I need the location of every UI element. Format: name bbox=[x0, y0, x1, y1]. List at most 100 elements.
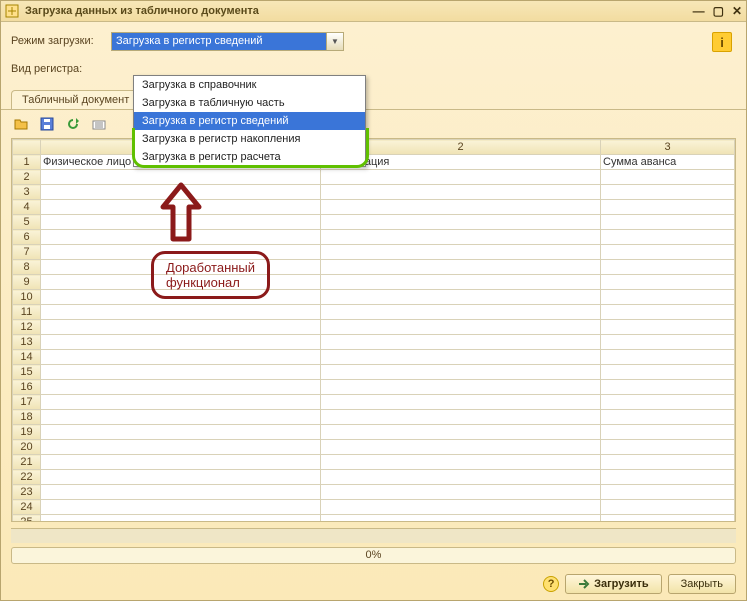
grid-cell[interactable] bbox=[41, 410, 321, 425]
grid-cell[interactable] bbox=[41, 215, 321, 230]
mode-combobox[interactable]: Загрузка в регистр сведений ▼ bbox=[111, 32, 344, 51]
grid-cell[interactable] bbox=[321, 290, 601, 305]
row-number[interactable]: 25 bbox=[13, 515, 41, 522]
save-button[interactable] bbox=[37, 114, 57, 134]
grid-cell[interactable] bbox=[601, 515, 735, 522]
grid-cell[interactable] bbox=[601, 500, 735, 515]
grid-cell[interactable] bbox=[321, 215, 601, 230]
grid-cell[interactable] bbox=[41, 260, 321, 275]
minimize-button[interactable]: — bbox=[693, 4, 705, 18]
grid-cell[interactable] bbox=[41, 470, 321, 485]
dropdown-option[interactable]: Загрузка в регистр сведений bbox=[134, 112, 365, 130]
row-number[interactable]: 9 bbox=[13, 275, 41, 290]
grid-cell[interactable] bbox=[321, 305, 601, 320]
grid-cell[interactable] bbox=[321, 275, 601, 290]
hint-icon[interactable]: i bbox=[712, 32, 732, 52]
grid-cell[interactable] bbox=[321, 170, 601, 185]
dropdown-option[interactable]: Загрузка в регистр накопления bbox=[134, 130, 365, 148]
grid-cell[interactable] bbox=[321, 485, 601, 500]
row-number[interactable]: 21 bbox=[13, 455, 41, 470]
tab-tabular-document[interactable]: Табличный документ bbox=[11, 90, 140, 109]
open-file-button[interactable] bbox=[11, 114, 31, 134]
row-number[interactable]: 6 bbox=[13, 230, 41, 245]
fill-control-button[interactable] bbox=[89, 114, 109, 134]
spreadsheet-grid[interactable]: 1 2 3 1Физическое лицоОрганизацияСумма а… bbox=[12, 139, 735, 521]
grid-cell[interactable] bbox=[41, 170, 321, 185]
grid-cell[interactable] bbox=[601, 305, 735, 320]
grid-cell[interactable] bbox=[601, 350, 735, 365]
grid-cell[interactable] bbox=[321, 245, 601, 260]
grid-cell[interactable] bbox=[41, 500, 321, 515]
grid-cell[interactable] bbox=[41, 305, 321, 320]
grid-cell[interactable] bbox=[321, 350, 601, 365]
grid-cell[interactable] bbox=[321, 260, 601, 275]
dropdown-option[interactable]: Загрузка в регистр расчета bbox=[134, 148, 365, 166]
refresh-button[interactable] bbox=[63, 114, 83, 134]
grid-cell[interactable] bbox=[601, 290, 735, 305]
col-header-3[interactable]: 3 bbox=[601, 140, 735, 155]
grid-cell[interactable] bbox=[321, 470, 601, 485]
chevron-down-icon[interactable]: ▼ bbox=[326, 33, 343, 50]
row-number[interactable]: 14 bbox=[13, 350, 41, 365]
dropdown-option[interactable]: Загрузка в табличную часть bbox=[134, 94, 365, 112]
grid-cell[interactable] bbox=[601, 245, 735, 260]
grid-cell[interactable] bbox=[601, 440, 735, 455]
maximize-button[interactable]: ▢ bbox=[713, 4, 724, 18]
grid-cell[interactable] bbox=[41, 425, 321, 440]
row-number[interactable]: 16 bbox=[13, 380, 41, 395]
grid-cell[interactable] bbox=[601, 170, 735, 185]
grid-cell[interactable] bbox=[601, 425, 735, 440]
grid-cell[interactable] bbox=[41, 320, 321, 335]
grid-cell[interactable] bbox=[321, 410, 601, 425]
grid-cell[interactable] bbox=[601, 395, 735, 410]
grid-cell[interactable] bbox=[321, 320, 601, 335]
grid-cell[interactable] bbox=[601, 410, 735, 425]
row-number[interactable]: 19 bbox=[13, 425, 41, 440]
row-number[interactable]: 3 bbox=[13, 185, 41, 200]
grid-cell[interactable] bbox=[601, 365, 735, 380]
row-number[interactable]: 5 bbox=[13, 215, 41, 230]
grid-cell[interactable] bbox=[41, 245, 321, 260]
grid-cell[interactable] bbox=[41, 335, 321, 350]
grid-cell[interactable] bbox=[321, 335, 601, 350]
grid-cell[interactable] bbox=[321, 380, 601, 395]
grid-cell[interactable] bbox=[321, 200, 601, 215]
close-window-button[interactable]: ✕ bbox=[732, 4, 742, 18]
grid-cell[interactable] bbox=[41, 440, 321, 455]
grid-cell[interactable] bbox=[601, 320, 735, 335]
row-number[interactable]: 24 bbox=[13, 500, 41, 515]
grid-cell[interactable] bbox=[41, 290, 321, 305]
grid-scroll-area[interactable]: 1 2 3 1Физическое лицоОрганизацияСумма а… bbox=[12, 139, 735, 521]
grid-cell[interactable] bbox=[41, 365, 321, 380]
grid-cell[interactable] bbox=[321, 515, 601, 522]
grid-cell[interactable] bbox=[41, 395, 321, 410]
grid-cell[interactable] bbox=[601, 455, 735, 470]
dropdown-option[interactable]: Загрузка в справочник bbox=[134, 76, 365, 94]
grid-cell[interactable] bbox=[321, 185, 601, 200]
grid-cell[interactable] bbox=[601, 335, 735, 350]
close-button[interactable]: Закрыть bbox=[668, 574, 736, 594]
grid-cell[interactable] bbox=[321, 230, 601, 245]
row-number[interactable]: 1 bbox=[13, 155, 41, 170]
row-number[interactable]: 2 bbox=[13, 170, 41, 185]
row-number[interactable]: 22 bbox=[13, 470, 41, 485]
row-number[interactable]: 13 bbox=[13, 335, 41, 350]
grid-cell[interactable] bbox=[601, 200, 735, 215]
row-number[interactable]: 11 bbox=[13, 305, 41, 320]
subheader-cell[interactable]: Сумма аванса bbox=[601, 155, 735, 170]
horizontal-scrollbar[interactable] bbox=[11, 528, 736, 542]
grid-cell[interactable] bbox=[601, 185, 735, 200]
grid-cell[interactable] bbox=[601, 275, 735, 290]
row-number[interactable]: 15 bbox=[13, 365, 41, 380]
grid-cell[interactable] bbox=[41, 350, 321, 365]
row-number[interactable]: 8 bbox=[13, 260, 41, 275]
grid-cell[interactable] bbox=[41, 515, 321, 522]
grid-cell[interactable] bbox=[601, 485, 735, 500]
row-number[interactable]: 23 bbox=[13, 485, 41, 500]
help-icon[interactable]: ? bbox=[543, 576, 559, 592]
grid-cell[interactable] bbox=[601, 230, 735, 245]
grid-cell[interactable] bbox=[41, 185, 321, 200]
row-number[interactable]: 7 bbox=[13, 245, 41, 260]
row-number[interactable]: 17 bbox=[13, 395, 41, 410]
grid-cell[interactable] bbox=[601, 260, 735, 275]
